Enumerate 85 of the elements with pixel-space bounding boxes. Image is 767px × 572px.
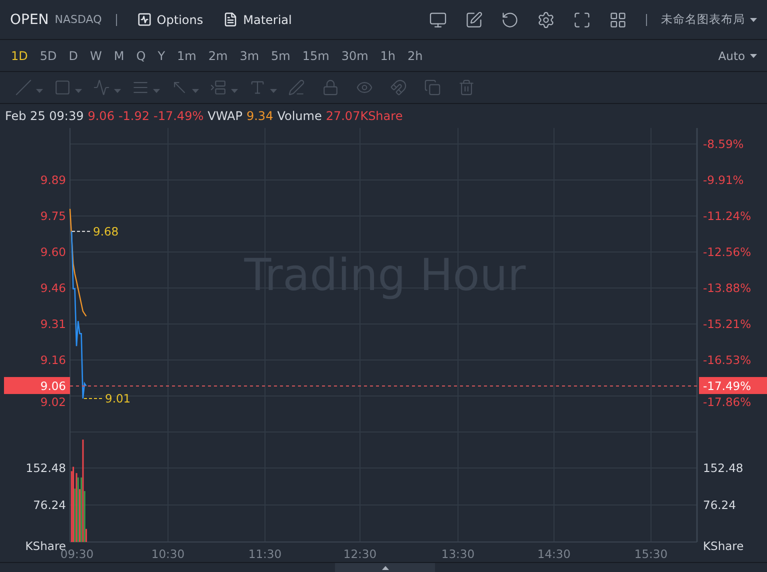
grid-icon[interactable] xyxy=(609,10,627,28)
wave-tool-icon[interactable] xyxy=(93,78,111,96)
rectangle-tool-icon[interactable] xyxy=(54,78,72,96)
period-tab[interactable]: 5m xyxy=(265,48,296,62)
toolbar-link[interactable]: Options xyxy=(130,12,210,27)
quote-price: 9.06 xyxy=(88,109,114,123)
volume-axis-label: 76.24 xyxy=(33,498,66,512)
price-axis-label: 9.16 xyxy=(40,353,66,367)
volume-axis-label: 76.24 xyxy=(703,498,736,512)
quote-time: Feb 25 09:39 xyxy=(5,109,84,123)
period-tab[interactable]: 2m xyxy=(202,48,234,62)
quote-change-percent: -17.49% xyxy=(154,109,204,123)
edit-icon[interactable] xyxy=(465,10,483,28)
period-tab[interactable]: Y xyxy=(152,48,172,62)
ticker-symbol: OPEN xyxy=(10,12,49,28)
price-axis-label: 9.31 xyxy=(40,317,66,331)
layout-dropdown[interactable]: 未命名图表布局 xyxy=(661,12,757,27)
price-axis-label: 9.02 xyxy=(40,395,66,409)
period-tab[interactable]: M xyxy=(108,48,130,62)
price-axis-label: 9.89 xyxy=(40,173,66,187)
refresh-icon[interactable] xyxy=(501,10,519,28)
lock-icon[interactable] xyxy=(322,78,340,96)
trash-icon[interactable] xyxy=(458,78,476,96)
period-tab[interactable]: 1D xyxy=(5,48,34,62)
toolbar-link[interactable]: Material xyxy=(217,12,298,27)
price-axis-label: 9.60 xyxy=(40,245,66,259)
volume-value: 27.07KShare xyxy=(326,109,403,123)
period-tab[interactable]: 1m xyxy=(171,48,202,62)
chart-icon xyxy=(136,12,152,27)
period-tab[interactable]: Q xyxy=(130,48,152,62)
pen-icon[interactable] xyxy=(288,78,306,96)
period-tab[interactable]: 3m xyxy=(234,48,266,62)
vwap-value: 9.34 xyxy=(246,109,274,123)
period-tab[interactable]: 1h xyxy=(374,48,402,62)
caret-icon xyxy=(114,89,121,93)
magnet-icon[interactable] xyxy=(390,78,408,96)
percent-axis-label: -17.86% xyxy=(703,395,751,409)
volume-axis-label: 152.48 xyxy=(26,461,66,475)
percent-axis-label: -8.59% xyxy=(703,137,744,151)
caret-icon xyxy=(153,89,160,93)
time-axis-label: 10:30 xyxy=(151,547,185,561)
percent-axis-label: -9.91% xyxy=(703,173,744,187)
caret-icon xyxy=(231,89,238,93)
period-tab[interactable]: 5D xyxy=(34,48,63,62)
caret-up-icon xyxy=(382,566,388,570)
caret-icon xyxy=(192,89,199,93)
percent-axis-label: -13.88% xyxy=(703,281,751,295)
settings-icon[interactable] xyxy=(537,10,555,28)
line-tool-icon[interactable] xyxy=(15,78,33,96)
fullscreen-icon[interactable] xyxy=(573,10,591,28)
percent-axis-label: -12.56% xyxy=(703,245,751,259)
caret-icon xyxy=(75,89,82,93)
period-tab[interactable]: 2h xyxy=(402,48,429,62)
volume-axis-label: 152.48 xyxy=(703,461,744,475)
percent-axis-label: -11.24% xyxy=(703,209,751,223)
period-tab[interactable]: 30m xyxy=(335,48,374,62)
copy-icon[interactable] xyxy=(424,78,442,96)
monitor-icon[interactable] xyxy=(429,10,447,28)
percent-axis-label: -15.21% xyxy=(703,317,751,331)
scale-dropdown[interactable]: Auto xyxy=(718,48,757,62)
document-icon xyxy=(223,12,238,27)
time-axis-label: 11:30 xyxy=(248,547,282,561)
measure-tool-icon[interactable] xyxy=(210,78,228,96)
price-axis-label: 9.46 xyxy=(40,281,66,295)
caret-icon xyxy=(750,54,757,58)
time-axis-label: 15:30 xyxy=(634,547,668,561)
volume-axis-label: KShare xyxy=(703,539,744,553)
period-tab[interactable]: W xyxy=(84,48,108,62)
time-axis-label: 13:30 xyxy=(441,547,475,561)
panel-toggle-handle[interactable] xyxy=(335,563,435,572)
quote-change: -1.92 xyxy=(118,109,150,123)
caret-icon xyxy=(270,89,277,93)
time-axis-label: 14:30 xyxy=(537,547,571,561)
vwap-label: VWAP xyxy=(208,109,242,123)
period-tab[interactable]: D xyxy=(62,48,84,62)
caret-icon xyxy=(750,18,757,22)
current-percent-badge: -17.49% xyxy=(699,377,767,394)
period-tab[interactable]: 15m xyxy=(296,48,336,62)
current-price-badge: 9.06 xyxy=(4,377,70,394)
exchange-label: NASDAQ xyxy=(54,13,102,26)
caret-icon xyxy=(36,89,43,93)
time-axis-label: 12:30 xyxy=(343,547,377,561)
price-axis-label: 9.75 xyxy=(40,209,66,223)
percent-axis-label: -16.53% xyxy=(703,353,751,367)
volume-label: Volume xyxy=(277,109,322,123)
